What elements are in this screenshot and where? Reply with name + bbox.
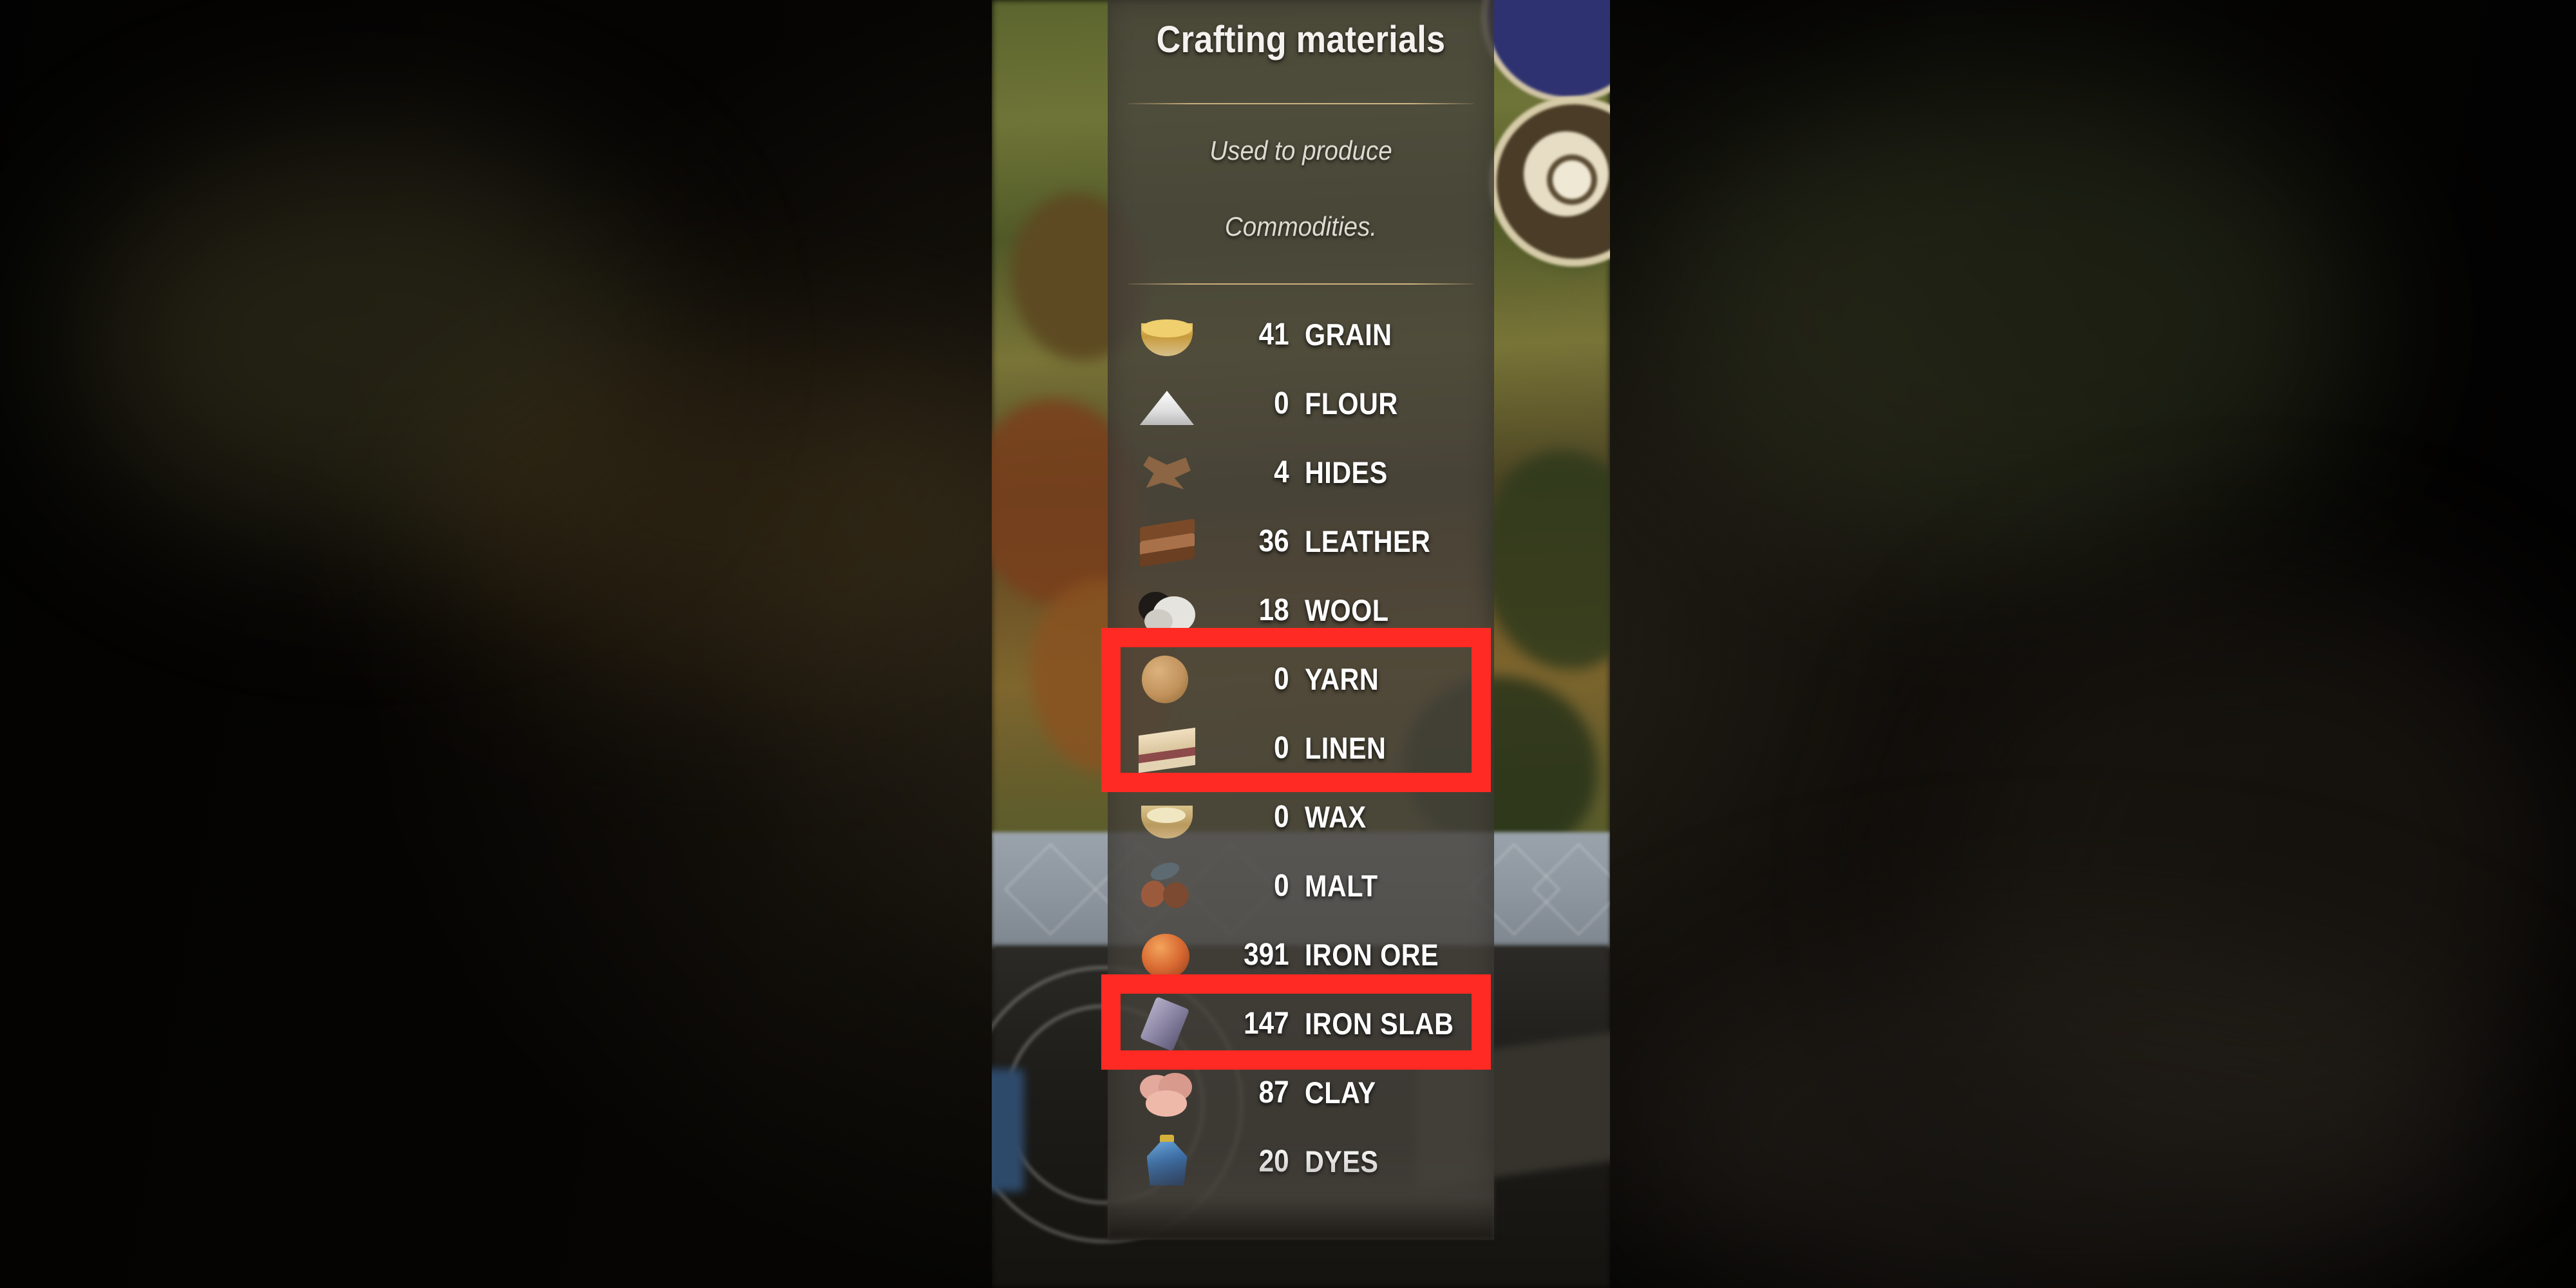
panel-title: Crafting materials xyxy=(1156,19,1446,61)
panel-subtitle-line2: Commodities. xyxy=(1224,211,1378,242)
material-row-leather[interactable]: 36 LEATHER xyxy=(1108,507,1494,576)
material-row-hides[interactable]: 4 HIDES xyxy=(1108,438,1494,507)
material-quantity: 18 xyxy=(1258,593,1289,627)
background-blur-blob xyxy=(412,348,1056,683)
material-name: LEATHER xyxy=(1305,524,1431,558)
material-row-grain[interactable]: 41 GRAIN xyxy=(1108,300,1494,369)
material-quantity: 0 xyxy=(1274,386,1289,421)
divider-bottom xyxy=(1128,283,1473,285)
flour-pile-icon xyxy=(1137,374,1197,433)
panel-bottom-fade xyxy=(1108,1143,1494,1240)
leather-stack-icon xyxy=(1137,512,1197,571)
hides-icon xyxy=(1137,443,1197,502)
material-quantity: 391 xyxy=(1244,938,1289,972)
material-quantity: 36 xyxy=(1258,524,1289,558)
radial-ring-widget-core xyxy=(1547,155,1597,205)
material-name: FLOUR xyxy=(1305,386,1398,421)
malt-grains-icon xyxy=(1136,857,1197,916)
material-name: WOOL xyxy=(1305,593,1389,627)
panel-subtitle-line1: Used to produce xyxy=(1209,135,1392,166)
material-name: HIDES xyxy=(1305,455,1388,489)
material-quantity: 41 xyxy=(1258,317,1289,352)
highlight-box-iron-slab xyxy=(1101,974,1491,1070)
material-quantity: 4 xyxy=(1274,455,1289,489)
highlight-box-yarn-linen xyxy=(1101,628,1491,792)
background-blur-blob xyxy=(1649,77,2357,567)
material-name: CLAY xyxy=(1305,1075,1376,1110)
material-name: IRON ORE xyxy=(1305,938,1439,972)
wax-bowl-icon xyxy=(1137,788,1197,847)
banner-decor xyxy=(992,1069,1024,1191)
grain-bowl-icon xyxy=(1137,305,1197,365)
material-name: MALT xyxy=(1305,869,1378,903)
material-row-wax[interactable]: 0 WAX xyxy=(1108,782,1494,851)
material-row-malt[interactable]: 0 MALT xyxy=(1108,851,1494,920)
screenshot-root: Crafting materials Used to produce Commo… xyxy=(0,0,2576,1288)
material-name: GRAIN xyxy=(1305,317,1392,352)
material-name: WAX xyxy=(1305,800,1367,834)
material-row-flour[interactable]: 0 FLOUR xyxy=(1108,369,1494,438)
material-quantity: 87 xyxy=(1258,1075,1289,1110)
divider-top xyxy=(1128,103,1473,104)
clay-lump-icon xyxy=(1137,1063,1197,1122)
material-quantity: 0 xyxy=(1274,869,1289,903)
material-quantity: 0 xyxy=(1274,800,1289,834)
